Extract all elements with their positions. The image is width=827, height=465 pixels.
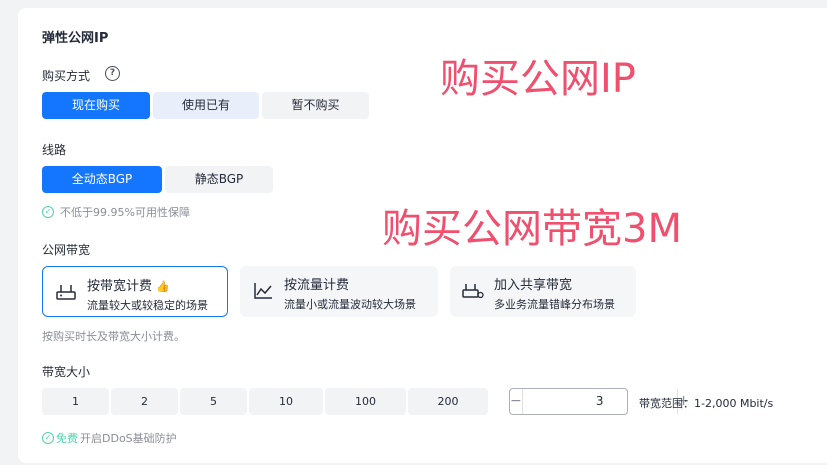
shared-router-icon [462,284,484,299]
guarantee-text: 不低于99.95%可用性保障 [60,206,190,219]
option-dynamic-bgp[interactable]: 全动态BGP [42,166,162,193]
bandwidth-size-label: 带宽大小 [42,365,91,379]
router-icon [56,285,76,300]
annotation-buy-bandwidth: 购买公网带宽3M [382,206,682,252]
card-title: 按流量计费 [284,278,350,293]
free-label: 免费 [56,432,78,445]
bandwidth-preset[interactable]: 5 [180,388,247,415]
card-desc: 流量小或流量波动较大场景 [284,298,416,311]
bandwidth-preset[interactable]: 200 [408,388,488,415]
bandwidth-presets: 1 2 5 10 100 200 [42,388,488,415]
card-desc: 多业务流量错峰分布场景 [494,298,615,311]
annotation-buy-ip: 购买公网IP [440,56,636,102]
ddos-text: 开启DDoS基础防护 [80,432,177,445]
option-static-bgp[interactable]: 静态BGP [165,166,273,193]
decrement-button[interactable]: − [510,389,523,414]
bandwidth-stepper: − + [509,388,689,415]
bandwidth-preset[interactable]: 100 [325,388,406,415]
purchase-method-label: 购买方式 [42,69,91,83]
billing-by-traffic-card[interactable]: 按流量计费 流量小或流量波动较大场景 [240,266,438,317]
option-use-existing[interactable]: 使用已有 [153,92,259,119]
check-circle-icon: ✓ [42,432,54,444]
thumbs-up-icon: 👍 [156,280,170,293]
billing-by-bandwidth-card[interactable]: 按带宽计费 👍 流量较大或较稳定的场景 [42,266,228,317]
billing-note: 按购买时长及带宽大小计费。 [42,330,185,343]
line-label: 线路 [42,143,67,157]
card-title: 按带宽计费 👍 [87,279,170,294]
line-selector: 全动态BGP 静态BGP [42,166,273,193]
option-not-buy[interactable]: 暂不购买 [262,92,369,119]
option-buy-now[interactable]: 现在购买 [42,92,150,119]
bandwidth-preset[interactable]: 1 [42,388,109,415]
check-circle-icon: ✓ [42,206,54,218]
card-desc: 流量较大或较稳定的场景 [87,299,208,312]
bandwidth-preset[interactable]: 10 [249,388,323,415]
bandwidth-range: 带宽范围：1-2,000 Mbit/s [639,397,774,410]
shared-bandwidth-card[interactable]: 加入共享带宽 多业务流量错峰分布场景 [450,266,636,317]
purchase-method-selector: 现在购买 使用已有 暂不购买 [42,92,369,119]
help-icon[interactable]: ? [105,66,120,81]
ddos-protection: ✓ 免费 开启DDoS基础防护 [42,430,177,446]
bandwidth-preset[interactable]: 2 [111,388,178,415]
bandwidth-type-label: 公网带宽 [42,243,91,257]
availability-guarantee: ✓ 不低于99.95%可用性保障 [42,204,190,220]
section-title: 弹性公网IP [42,31,109,46]
card-title: 加入共享带宽 [494,278,573,293]
line-chart-icon [254,283,272,299]
